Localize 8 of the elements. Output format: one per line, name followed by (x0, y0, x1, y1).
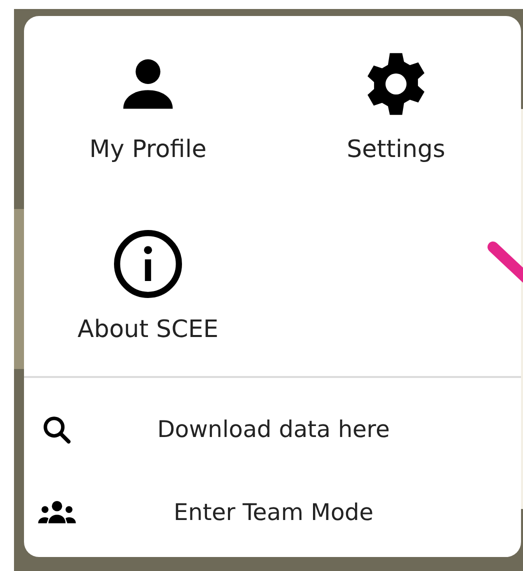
search-icon (41, 414, 73, 446)
info-icon (114, 230, 182, 298)
menu-item[interactable]: Enter Team Mode (88, 500, 521, 526)
menu-item[interactable]: Settings (346, 135, 446, 163)
menu-item[interactable]: Download data here (88, 416, 521, 442)
menu-item[interactable]: About SCEE (78, 315, 218, 343)
menu-item[interactable]: My Profile (89, 135, 207, 163)
group-icon (35, 500, 79, 524)
